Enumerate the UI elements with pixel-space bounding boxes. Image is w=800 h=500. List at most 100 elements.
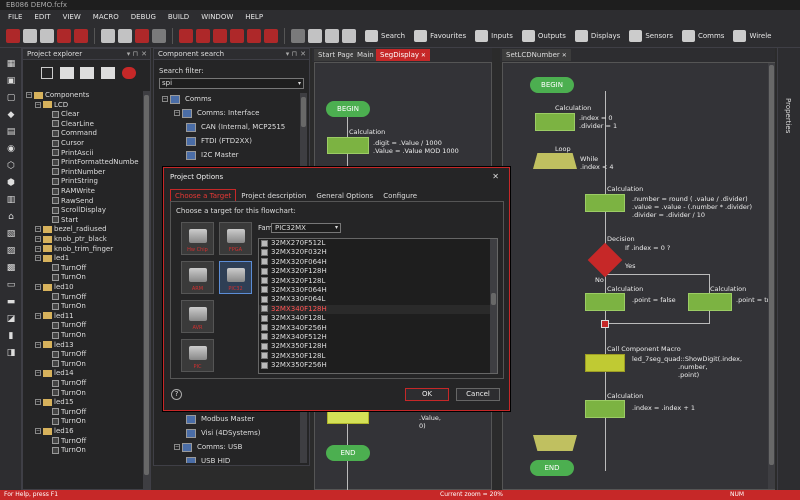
chevron-down-icon[interactable]: ▾ [298, 79, 301, 88]
toolbar-tool-icon[interactable] [118, 28, 132, 43]
chip-list-item[interactable]: 32MX320F032H [259, 248, 497, 257]
tree-folder[interactable]: − led1 [35, 254, 69, 263]
tree-item[interactable]: Start [44, 216, 78, 225]
properties-strip[interactable]: Properties [777, 48, 800, 490]
chip-list[interactable]: 32MX270F512L 32MX320F032H 32MX320F064H 32MX… [258, 238, 498, 374]
component-category-icon[interactable]: ▭ [5, 279, 17, 291]
tree-folder[interactable]: − knob_trim_finger [35, 245, 113, 254]
component-category-icon[interactable]: ⬡ [5, 160, 17, 172]
expand-icon[interactable]: − [35, 226, 41, 233]
menu-macro[interactable]: MACRO [93, 13, 119, 21]
tree-item[interactable]: Clear [44, 110, 79, 119]
search-item[interactable]: USB HID [186, 455, 230, 463]
tree-folder[interactable]: − bezel_radiused [35, 225, 107, 234]
component-category-icon[interactable]: ▦ [5, 58, 17, 70]
chip-list-item[interactable]: 32MX330F064H [259, 286, 497, 295]
toolbar-tool-icon[interactable] [135, 28, 149, 43]
expand-icon[interactable]: − [35, 312, 41, 319]
chevron-down-icon[interactable]: ▾ [335, 224, 338, 232]
tree-item[interactable]: PrintAscii [44, 149, 93, 158]
flow-calculation[interactable] [585, 194, 625, 212]
toolbar-tool-icon[interactable] [179, 28, 193, 43]
expand-icon[interactable]: − [35, 101, 41, 108]
dialog-tab-general-options[interactable]: General Options [311, 189, 378, 201]
toolbar-tool-icon[interactable] [291, 28, 305, 43]
chip-list-item[interactable]: 32MX340F128H [259, 304, 497, 315]
tree-item[interactable]: TurnOn [44, 446, 86, 455]
expand-icon[interactable]: − [174, 110, 180, 116]
tree-item[interactable]: TurnOff [44, 408, 86, 417]
close-icon[interactable]: ✕ [419, 52, 426, 59]
flow-loop[interactable] [533, 153, 577, 169]
search-item[interactable]: I2C Master [186, 149, 239, 161]
component-category-icon[interactable]: ◉ [5, 143, 17, 155]
search-item[interactable]: − Comms [162, 93, 211, 105]
tree-folder[interactable]: − led13 [35, 341, 74, 350]
component-category-icon[interactable]: ▢ [5, 92, 17, 104]
menu-window[interactable]: WINDOW [201, 13, 233, 21]
component-category-icon[interactable]: ⬢ [5, 177, 17, 189]
chip-list-item[interactable]: 32MX350F256H [259, 361, 497, 370]
tree-item[interactable]: PrintFormattedNumbe [44, 158, 139, 167]
component-category-icon[interactable]: ▩ [5, 262, 17, 274]
component-category-icon[interactable]: ⌂ [5, 211, 17, 223]
dialog-tab-choose-a-target[interactable]: Choose a Target [170, 189, 237, 201]
expand-icon[interactable]: − [174, 444, 180, 450]
flow-calculation[interactable] [535, 113, 575, 131]
close-icon[interactable]: ✕ [492, 168, 499, 186]
expand-icon[interactable]: − [35, 284, 41, 290]
toolbar-tool-icon[interactable] [74, 28, 88, 43]
explorer-scrollbar[interactable] [143, 91, 150, 489]
chip-list-item[interactable]: 32MX350F128H [259, 342, 497, 351]
dialog-tab-project-description[interactable]: Project description [236, 189, 311, 201]
component-category-icon[interactable]: ▥ [5, 194, 17, 206]
expand-icon[interactable]: − [35, 255, 41, 262]
component-category-icon[interactable]: ◆ [5, 109, 17, 121]
flow-end[interactable]: END [326, 445, 370, 461]
component-category-icon[interactable]: ▮ [5, 330, 17, 342]
menu-file[interactable]: FILE [8, 13, 22, 21]
menu-debug[interactable]: DEBUG [131, 13, 156, 21]
toolbar-tool-icon[interactable] [23, 28, 37, 43]
chip-list-item[interactable]: 32MX320F128L [259, 277, 497, 286]
family-select[interactable]: PIC32MX ▾ [271, 223, 341, 233]
search-item[interactable]: Visi (4DSystems) [186, 427, 260, 439]
tree-item[interactable]: Command [44, 129, 97, 138]
chip-list-item[interactable]: 32MX270F512L [259, 239, 497, 248]
tree-folder[interactable]: − led16 [35, 427, 74, 436]
tree-folder[interactable]: − led15 [35, 398, 74, 407]
expand-icon[interactable]: − [162, 96, 168, 102]
flow-calculation[interactable] [585, 293, 625, 311]
expand-icon[interactable]: − [26, 92, 32, 98]
chip-list-item[interactable]: 32MX340F512H [259, 333, 497, 342]
toolbar-tool-icon[interactable] [325, 28, 339, 43]
target-avr[interactable]: AVR [181, 300, 214, 333]
toolbar-sensors-button[interactable]: Sensors [629, 29, 673, 42]
expand-icon[interactable]: − [35, 370, 41, 377]
tree-folder[interactable]: − LCD [35, 101, 68, 110]
toolbar-tool-icon[interactable] [152, 28, 166, 43]
tab-main[interactable]: Main [353, 49, 378, 61]
explorer-tool-icon[interactable] [80, 67, 94, 79]
component-category-icon[interactable]: ▤ [5, 126, 17, 138]
chip-list-item[interactable]: 32MX330F064L [259, 295, 497, 304]
toolbar-comms-button[interactable]: Comms [681, 29, 724, 42]
toolbar-outputs-button[interactable]: Outputs [521, 29, 566, 42]
toolbar-wirele-button[interactable]: Wirele [733, 29, 771, 42]
expand-icon[interactable]: − [35, 341, 41, 348]
tree-folder[interactable]: − led11 [35, 312, 74, 321]
target-pic[interactable]: PIC [181, 339, 214, 372]
expand-icon[interactable]: − [35, 428, 41, 434]
chip-list-item[interactable]: 32MX340F128L [259, 314, 497, 323]
tree-item[interactable]: RAMWrite [44, 187, 95, 196]
flow-begin[interactable]: BEGIN [530, 77, 574, 93]
toolbar-tool-icon[interactable] [57, 28, 71, 43]
toolbar-displays-button[interactable]: Displays [574, 29, 620, 42]
chip-list-item[interactable]: 32MX320F064H [259, 258, 497, 267]
toolbar-tool-icon[interactable] [308, 28, 322, 43]
explorer-tool-icon[interactable] [101, 67, 115, 79]
cancel-button[interactable]: Cancel [456, 388, 500, 401]
explorer-tool-icon[interactable] [60, 67, 74, 79]
tree-item[interactable]: ScrollDisplay [44, 206, 106, 215]
component-category-icon[interactable]: ▣ [5, 75, 17, 87]
